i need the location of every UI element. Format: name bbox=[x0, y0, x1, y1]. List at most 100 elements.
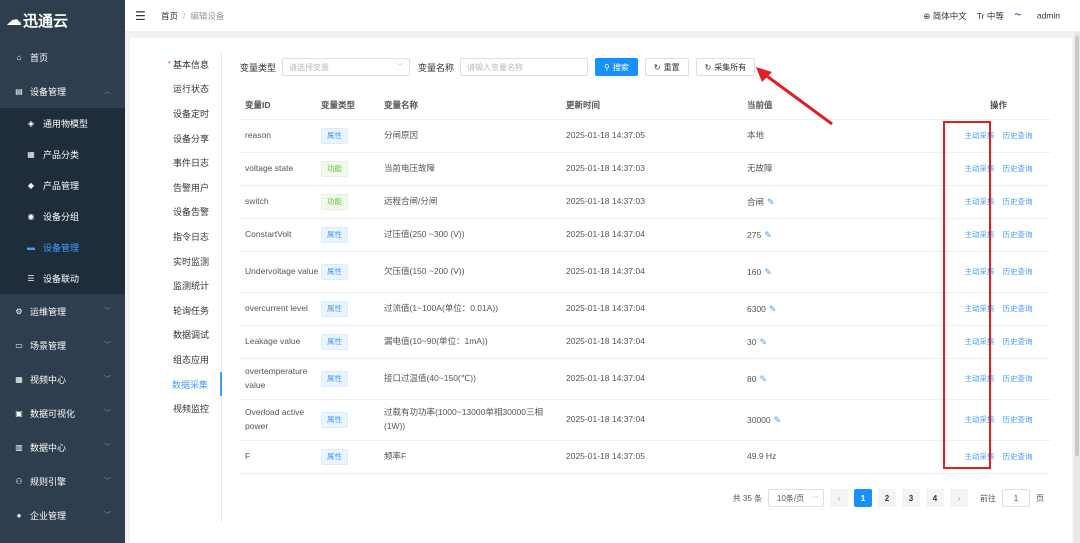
sidebar-subitem-3[interactable]: ◉ 设备分组 bbox=[0, 201, 125, 232]
history-link[interactable]: 历史查询 bbox=[1003, 451, 1033, 463]
user-menu[interactable]: ～ admin bbox=[1014, 10, 1060, 22]
goto-suffix: 页 bbox=[1036, 493, 1044, 503]
tab-4[interactable]: 事件日志 bbox=[130, 150, 221, 175]
sidebar-submenu: ◈ 通用物模型 ▦ 产品分类 ◆ 产品管理 ◉ 设备分组 ▬ 设备管理 ☰ 设备联动 bbox=[0, 108, 125, 294]
sidebar-item-3[interactable]: ▭ 场景管理 ﹀ bbox=[0, 328, 125, 362]
goto-input[interactable]: 1 bbox=[1002, 489, 1030, 507]
tab-1[interactable]: 运行状态 bbox=[130, 77, 221, 102]
edit-icon[interactable]: ✎ bbox=[774, 415, 782, 425]
col-header: 变量名称 bbox=[384, 99, 419, 110]
reset-button[interactable]: ↻ 重置 bbox=[644, 58, 689, 76]
tab-6[interactable]: 设备告警 bbox=[130, 200, 221, 225]
data-icon: ▥ bbox=[15, 442, 23, 452]
page-button[interactable]: 1 bbox=[854, 489, 872, 507]
edit-icon[interactable]: ✎ bbox=[764, 267, 772, 277]
col-header: 更新时间 bbox=[566, 99, 601, 110]
total-count: 共 35 条 bbox=[732, 493, 762, 503]
sidebar-item-7[interactable]: ⚇ 规则引擎 ﹀ bbox=[0, 464, 125, 498]
edit-icon[interactable]: ✎ bbox=[759, 374, 767, 384]
search-button[interactable]: ⚲ 搜索 bbox=[595, 58, 638, 76]
menu-toggle-icon[interactable]: ☰ bbox=[135, 9, 149, 23]
history-link[interactable]: 历史查询 bbox=[1003, 163, 1033, 175]
cell-var-id: overtemperature value bbox=[245, 366, 308, 390]
history-link[interactable]: 历史查询 bbox=[1003, 266, 1033, 278]
tab-0[interactable]: * 基本信息 bbox=[130, 52, 221, 77]
size-switch[interactable]: Tr 中等 bbox=[977, 10, 1004, 22]
edit-icon[interactable]: ✎ bbox=[769, 304, 777, 314]
cell-current-value: 49.9 Hz bbox=[747, 451, 777, 462]
type-select[interactable]: 请选择变量 ﹀ bbox=[282, 58, 411, 76]
cell-var-id: ConstartVolt bbox=[245, 229, 292, 240]
cell-update-time: 2025-01-18 14:37:04 bbox=[566, 373, 645, 384]
history-link[interactable]: 历史查询 bbox=[1003, 130, 1033, 142]
language-switch[interactable]: ⊕ 简体中文 bbox=[923, 10, 967, 22]
tab-9[interactable]: 监测统计 bbox=[130, 273, 221, 298]
sidebar-subitem-4[interactable]: ▬ 设备管理 bbox=[0, 232, 125, 263]
scrollbar[interactable] bbox=[1074, 32, 1080, 543]
device-tabs: * 基本信息 运行状态 设备定时 设备分享 事件日志 告警用户 设备告警 指令日志 实时监测 监测统… bbox=[130, 52, 222, 522]
chevron-down-icon: ﹀ bbox=[104, 478, 111, 485]
cell-var-name: 过流值(1~100A(单位：0.01A)) bbox=[384, 303, 499, 314]
cell-var-id: Overload active power bbox=[245, 407, 305, 431]
name-input[interactable]: 请输入变量名称 bbox=[460, 58, 589, 76]
tab-13[interactable]: 数据采集 bbox=[130, 371, 222, 397]
table-row: ConstartVolt 属性 过压值(250 ~300 (V)) 2025-01-1… bbox=[240, 219, 1050, 252]
edit-icon[interactable]: ✎ bbox=[759, 337, 767, 347]
sidebar-item-1[interactable]: ▤ 设备管理 ︿ bbox=[0, 74, 125, 108]
tab-11[interactable]: 数据调试 bbox=[130, 323, 221, 348]
cell-var-name: 漏电值(10~90(单位：1mA)) bbox=[384, 336, 488, 347]
type-tag: 功能 bbox=[321, 194, 348, 210]
edit-icon[interactable]: ✎ bbox=[764, 230, 772, 240]
sidebar-subitem-2[interactable]: ◆ 产品管理 bbox=[0, 170, 125, 201]
tab-5[interactable]: 告警用户 bbox=[130, 175, 221, 200]
table-row: reason 属性 分闸原因 2025-01-18 14:37:05 本地 主动采集 历史查… bbox=[240, 120, 1050, 153]
cell-var-name: 远程合闸/分闸 bbox=[384, 196, 438, 207]
enterprise-icon: ● bbox=[16, 510, 22, 520]
page-button[interactable]: 4 bbox=[926, 489, 944, 507]
history-link[interactable]: 历史查询 bbox=[1003, 373, 1033, 385]
submenu-icon: ▦ bbox=[27, 150, 35, 159]
history-link[interactable]: 历史查询 bbox=[1003, 336, 1033, 348]
history-link[interactable]: 历史查询 bbox=[1003, 414, 1033, 426]
sidebar-item-0[interactable]: ⌂ 首页 bbox=[0, 40, 125, 74]
history-link[interactable]: 历史查询 bbox=[1003, 303, 1033, 315]
tab-10[interactable]: 轮询任务 bbox=[130, 298, 221, 323]
page-button[interactable]: 2 bbox=[878, 489, 896, 507]
chevron-down-icon: ﹀ bbox=[104, 308, 111, 315]
sidebar-subitem-0[interactable]: ◈ 通用物模型 bbox=[0, 108, 125, 139]
scrollbar-thumb[interactable] bbox=[1075, 36, 1079, 456]
tab-8[interactable]: 实时监测 bbox=[130, 249, 221, 274]
cell-var-name: 频率F bbox=[384, 451, 407, 462]
sidebar-item-2[interactable]: ⚙ 运维管理 ﹀ bbox=[0, 294, 125, 328]
content-card: * 基本信息 运行状态 设备定时 设备分享 事件日志 告警用户 设备告警 指令日志 实时监测 监测统… bbox=[130, 38, 1072, 543]
cell-var-name: 当前电压故障 bbox=[384, 163, 436, 174]
breadcrumb-home[interactable]: 首页 bbox=[161, 11, 178, 21]
filter-bar: 变量类型 请选择变量 ﹀ 变量名称 请输入变量名称 ⚲ 搜索 ↻ 重置 ↻ 采集所有 bbox=[240, 58, 762, 76]
collect-all-button[interactable]: ↻ 采集所有 bbox=[695, 58, 756, 76]
sidebar-subitem-5[interactable]: ☰ 设备联动 bbox=[0, 263, 125, 294]
history-link[interactable]: 历史查询 bbox=[1003, 196, 1033, 208]
prev-page-button[interactable]: ‹ bbox=[830, 489, 848, 507]
sidebar-item-5[interactable]: ▣ 数据可视化 ﹀ bbox=[0, 396, 125, 430]
text-size-icon: Tr bbox=[976, 11, 985, 21]
cell-update-time: 2025-01-18 14:37:04 bbox=[566, 414, 645, 425]
submenu-icon: ▬ bbox=[27, 243, 35, 252]
tab-3[interactable]: 设备分享 bbox=[130, 126, 221, 151]
chevron-down-icon: ﹀ bbox=[104, 444, 111, 451]
page-size-select[interactable]: 10条/页 ﹀ bbox=[768, 489, 824, 507]
tab-14[interactable]: 视频监控 bbox=[130, 396, 221, 421]
tab-2[interactable]: 设备定时 bbox=[130, 101, 221, 126]
tab-7[interactable]: 指令日志 bbox=[130, 224, 221, 249]
history-link[interactable]: 历史查询 bbox=[1003, 229, 1033, 241]
submenu-icon: ☰ bbox=[27, 274, 35, 283]
sidebar-item-4[interactable]: ▦ 视频中心 ﹀ bbox=[0, 362, 125, 396]
edit-icon[interactable]: ✎ bbox=[767, 197, 775, 207]
sidebar-item-6[interactable]: ▥ 数据中心 ﹀ bbox=[0, 430, 125, 464]
page-button[interactable]: 3 bbox=[902, 489, 920, 507]
sidebar-subitem-1[interactable]: ▦ 产品分类 bbox=[0, 139, 125, 170]
tab-12[interactable]: 组态应用 bbox=[130, 347, 221, 372]
sidebar-item-8[interactable]: ● 企业管理 ﹀ bbox=[0, 498, 125, 532]
next-page-button[interactable]: › bbox=[950, 489, 968, 507]
type-tag: 属性 bbox=[321, 334, 348, 350]
cell-update-time: 2025-01-18 14:37:04 bbox=[566, 303, 645, 314]
